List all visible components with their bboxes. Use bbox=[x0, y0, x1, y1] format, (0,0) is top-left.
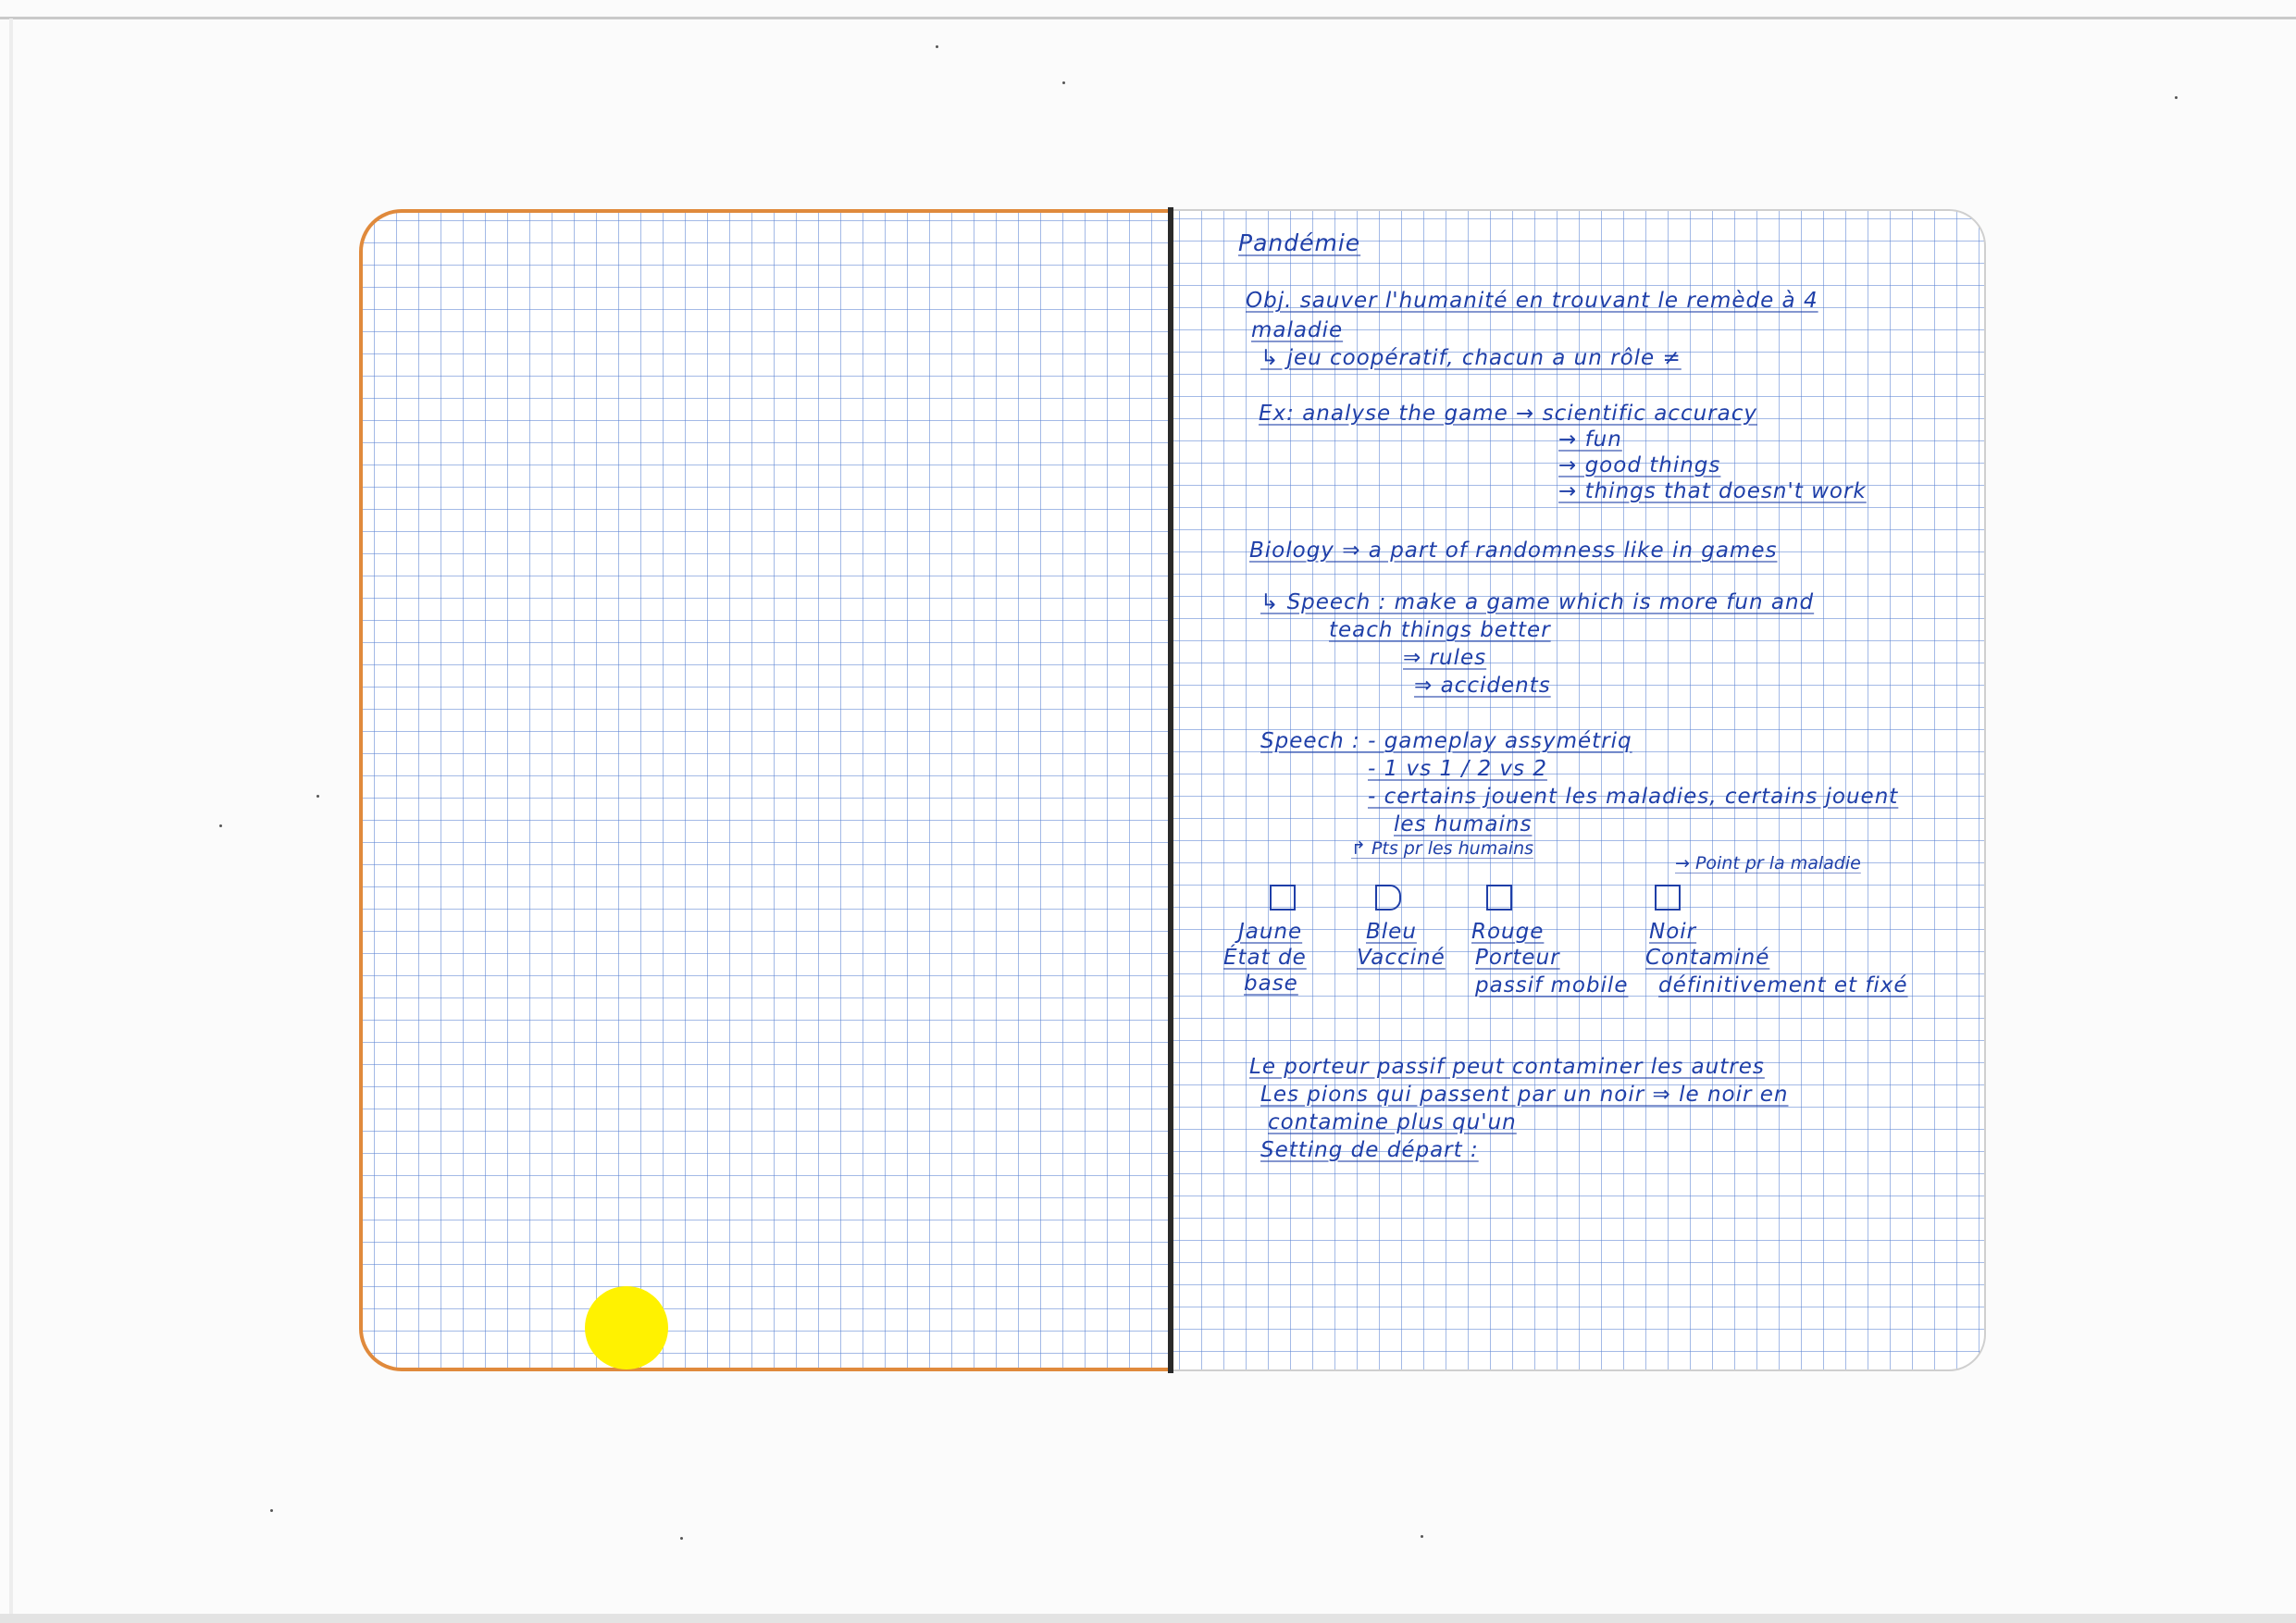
piece-square-yellow bbox=[1270, 885, 1296, 911]
scan-edge-left bbox=[9, 19, 13, 1614]
piece-description: Vacciné bbox=[1357, 946, 1446, 970]
speech2-line: les humains bbox=[1394, 812, 1533, 836]
objective-line: maladie bbox=[1251, 318, 1344, 342]
piece-description: base bbox=[1244, 972, 1298, 996]
speech-line: ⇒ rules bbox=[1403, 646, 1487, 670]
speech-line: ⇒ accidents bbox=[1414, 674, 1551, 698]
piece-description: définitivement et fixé bbox=[1658, 973, 1908, 997]
objective-line: Obj. sauver l'humanité en trouvant le re… bbox=[1246, 289, 1818, 313]
dust-speck bbox=[219, 824, 222, 827]
speech-line: ↳ Speech : make a game which is more fun… bbox=[1260, 590, 1815, 614]
scan-edge-top bbox=[0, 17, 2296, 19]
piece-description: Porteur bbox=[1475, 946, 1560, 970]
piece-description: passif mobile bbox=[1475, 973, 1629, 997]
piece-label: Jaune bbox=[1238, 920, 1303, 944]
piece-square-black bbox=[1655, 885, 1681, 911]
example-line: → good things bbox=[1558, 453, 1721, 477]
dust-speck bbox=[1421, 1535, 1423, 1538]
speech2-line: - 1 vs 1 / 2 vs 2 bbox=[1368, 757, 1547, 781]
notebook-page-left bbox=[359, 209, 1170, 1371]
speech-line: teach things better bbox=[1329, 618, 1551, 642]
dust-speck bbox=[270, 1509, 273, 1512]
biology-line: Biology ⇒ a part of randomness like in g… bbox=[1249, 539, 1778, 563]
carrier-line: Les pions qui passent par un noir ⇒ le n… bbox=[1260, 1083, 1789, 1107]
example-line: Ex: analyse the game → scientific accura… bbox=[1259, 402, 1757, 426]
dust-speck bbox=[680, 1537, 683, 1540]
notes-title: Pandémie bbox=[1238, 229, 1361, 256]
piece-label: Bleu bbox=[1366, 920, 1417, 944]
scan-edge-bottom bbox=[0, 1614, 2296, 1623]
example-line: → things that doesn't work bbox=[1558, 479, 1867, 503]
objective-line: ↳ jeu coopératif, chacun a un rôle ≠ bbox=[1260, 346, 1682, 370]
carrier-line: contamine plus qu'un bbox=[1268, 1110, 1517, 1134]
dust-speck bbox=[936, 45, 938, 48]
dust-speck bbox=[1062, 81, 1065, 84]
dust-speck bbox=[2175, 96, 2178, 99]
disease-points-note: → Point pr la maladie bbox=[1675, 853, 1861, 873]
humans-points-note: ↱ Pts pr les humains bbox=[1351, 838, 1534, 859]
piece-description: Contaminé bbox=[1645, 946, 1770, 970]
speech2-line: - certains jouent les maladies, certains… bbox=[1368, 785, 1899, 809]
piece-square-blue bbox=[1375, 885, 1401, 911]
piece-square-red bbox=[1486, 885, 1512, 911]
setting-line: Setting de départ : bbox=[1260, 1138, 1479, 1162]
dust-speck bbox=[316, 795, 319, 798]
yellow-sticker bbox=[585, 1286, 668, 1369]
speech2-line: Speech : - gameplay assymétriq bbox=[1260, 729, 1632, 753]
piece-label: Noir bbox=[1649, 920, 1697, 944]
carrier-line: Le porteur passif peut contaminer les au… bbox=[1249, 1055, 1765, 1079]
piece-description: État de bbox=[1223, 946, 1307, 970]
piece-label: Rouge bbox=[1471, 920, 1545, 944]
example-line: → fun bbox=[1558, 427, 1622, 452]
